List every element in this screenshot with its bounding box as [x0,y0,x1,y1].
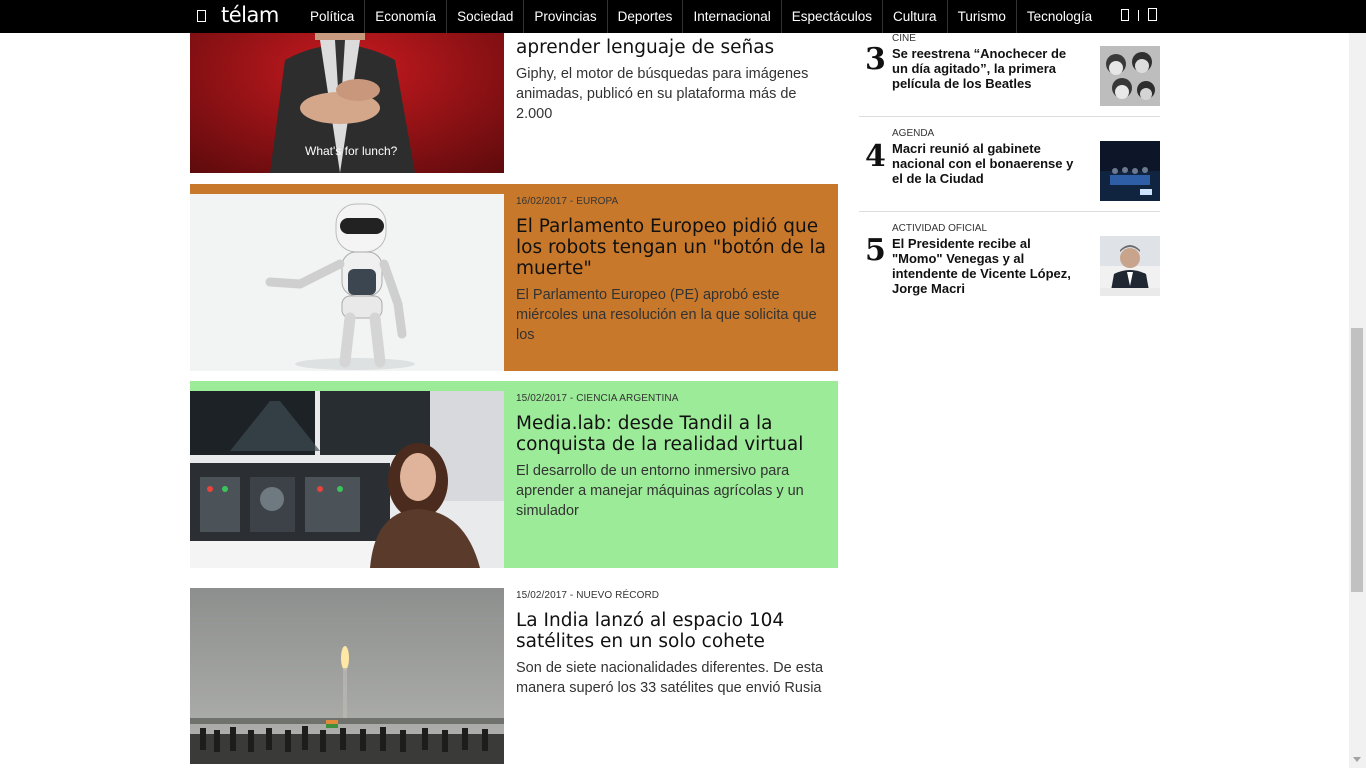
menu-icon[interactable] [197,10,206,22]
article-image-medialab[interactable] [190,391,504,568]
item-title[interactable]: El Presidente recibe al "Momo" Venegas y… [892,236,1077,296]
item-image-cabinet-meeting[interactable] [1100,141,1160,201]
article-meta: 16/02/2017 - EUROPA [516,196,619,207]
item-category: CINE [892,33,916,44]
item-category: ACTIVIDAD OFICIAL [892,223,988,234]
article-title[interactable]: aprender lenguaje de señas [516,37,832,58]
article-title[interactable]: Media.lab: desde Tandil a la conquista d… [516,413,832,455]
icon-divider [1138,10,1139,21]
divider [859,211,1160,212]
divider [859,116,1160,117]
nav-item-espectaculos[interactable]: Espectáculos [782,0,884,33]
image-caption: What's for lunch? [305,144,398,158]
nav-item-provincias[interactable]: Provincias [524,0,608,33]
article-summary: El desarrollo de un entorno inmersivo pa… [516,463,804,519]
article-card[interactable]: 15/02/2017 - CIENCIA ARGENTINA Media.lab… [190,381,838,568]
article-summary: Giphy, el motor de búsquedas para imágen… [516,66,809,122]
article-title[interactable]: La India lanzó al espacio 104 satélites … [516,610,832,652]
article-meta: 15/02/2017 - NUEVO RÉCORD [516,590,660,601]
section-nav: Política Economía Sociedad Provincias De… [300,0,1102,33]
article-summary: El Parlamento Europeo (PE) aprobó este m… [516,287,817,343]
most-read-item[interactable]: 4 AGENDA Macri reunió al gabinete nacion… [859,128,1160,212]
article-meta: 15/02/2017 - CIENCIA ARGENTINA [516,393,679,404]
item-title[interactable]: Macri reunió al gabinete nacional con el… [892,141,1077,186]
page-scrollbar[interactable] [1349,0,1366,768]
nav-item-internacional[interactable]: Internacional [683,0,782,33]
nav-item-sociedad[interactable]: Sociedad [447,0,525,33]
rank-number: 3 [865,42,886,77]
nav-item-politica[interactable]: Política [300,0,366,33]
article-image-robot[interactable] [190,194,504,371]
site-logo[interactable]: télam [221,3,279,27]
article-card[interactable]: 15/02/2017 - NUEVO RÉCORD La India lanzó… [190,588,838,764]
most-read-item[interactable]: 3 CINE Se reestrena “Anochecer de un día… [859,33,1160,117]
article-card[interactable]: 16/02/2017 - EUROPA El Parlamento Europe… [190,184,838,371]
facebook-icon[interactable] [1121,9,1129,21]
article-summary: Son de siete nacionalidades diferentes. … [516,660,824,696]
item-category: AGENDA [892,128,935,139]
article-title[interactable]: El Parlamento Europeo pidió que los robo… [516,216,832,279]
item-image-president[interactable] [1100,236,1160,296]
article-image-rocket-launch[interactable] [190,588,504,764]
item-image-beatles[interactable] [1100,46,1160,106]
rank-number: 5 [865,233,886,268]
most-read-item[interactable]: 5 ACTIVIDAD OFICIAL El Presidente recibe… [859,223,1160,307]
nav-item-tecnologia[interactable]: Tecnología [1017,0,1102,33]
nav-item-deportes[interactable]: Deportes [608,0,684,33]
item-title[interactable]: Se reestrena “Anochecer de un día agitad… [892,46,1077,91]
twitter-icon[interactable] [1148,8,1157,21]
scroll-down-arrow-icon[interactable] [1353,757,1361,762]
nav-item-turismo[interactable]: Turismo [948,0,1017,33]
nav-item-cultura[interactable]: Cultura [883,0,948,33]
nav-item-economia[interactable]: Economía [365,0,448,33]
rank-number: 4 [865,139,886,174]
scrollbar-thumb[interactable] [1351,328,1363,592]
top-navigation-bar: télam Política Economía Sociedad Provinc… [0,0,1366,33]
